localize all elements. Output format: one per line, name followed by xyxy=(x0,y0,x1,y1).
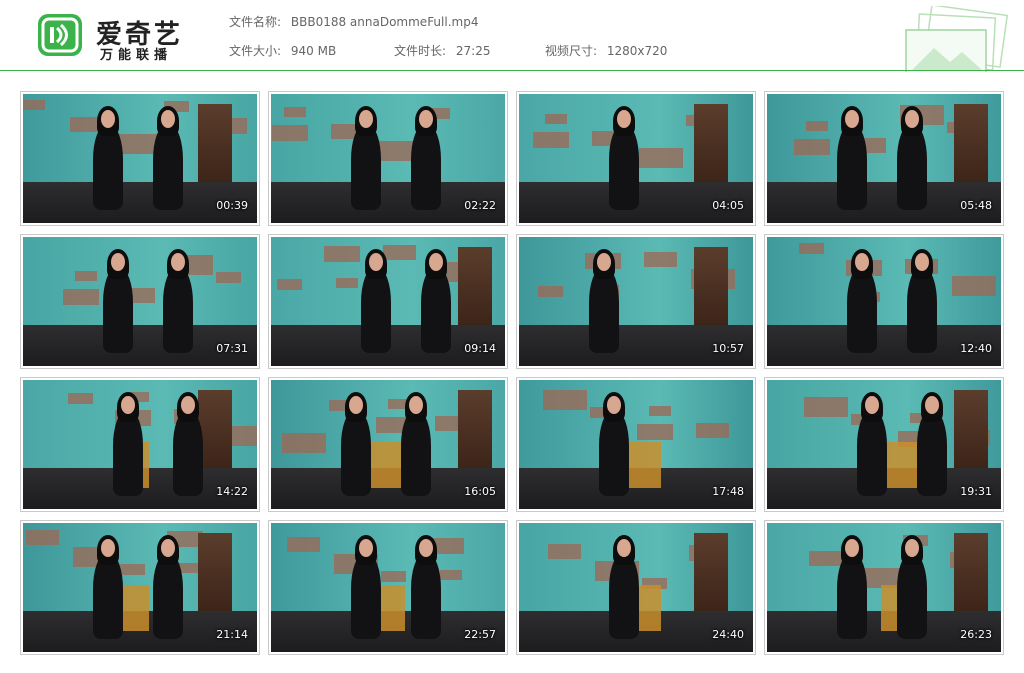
video-thumbnail[interactable]: 21:14 xyxy=(20,520,260,655)
header: 爱奇艺 万能联播 文件名称: BBB0188 annaDommeFull.mp4… xyxy=(0,0,1024,72)
thumbnail-timestamp: 16:05 xyxy=(464,485,496,498)
thumbnail-image: 07:31 xyxy=(23,237,257,366)
thumbnail-image: 24:40 xyxy=(519,523,753,652)
video-thumbnail[interactable]: 12:40 xyxy=(764,234,1004,369)
iqiyi-logo-icon xyxy=(38,14,82,56)
thumbnail-timestamp: 07:31 xyxy=(216,342,248,355)
thumbnail-image: 02:22 xyxy=(271,94,505,223)
video-thumbnail[interactable]: 04:05 xyxy=(516,91,756,226)
video-thumbnail[interactable]: 26:23 xyxy=(764,520,1004,655)
video-thumbnail[interactable]: 22:57 xyxy=(268,520,508,655)
resolution-label: 视频尺寸: xyxy=(545,44,598,58)
duration-row: 文件时长: 27:25 xyxy=(394,42,490,59)
thumbnail-timestamp: 14:22 xyxy=(216,485,248,498)
thumbnail-image: 10:57 xyxy=(519,237,753,366)
video-thumbnail[interactable]: 19:31 xyxy=(764,377,1004,512)
file-size-label: 文件大小: xyxy=(229,44,282,58)
thumbnail-image: 21:14 xyxy=(23,523,257,652)
thumbnail-image: 19:31 xyxy=(767,380,1001,509)
thumbnail-timestamp: 10:57 xyxy=(712,342,744,355)
thumbnail-timestamp: 02:22 xyxy=(464,199,496,212)
thumbnail-image: 00:39 xyxy=(23,94,257,223)
thumbnail-timestamp: 26:23 xyxy=(960,628,992,641)
file-size-row: 文件大小: 940 MB xyxy=(229,42,336,59)
thumbnail-image: 16:05 xyxy=(271,380,505,509)
thumbnail-image: 09:14 xyxy=(271,237,505,366)
file-size-value: 940 MB xyxy=(290,44,337,58)
header-divider xyxy=(0,70,1024,71)
picture-stack-icon xyxy=(905,6,1009,72)
video-thumbnail[interactable]: 07:31 xyxy=(20,234,260,369)
thumbnail-timestamp: 04:05 xyxy=(712,199,744,212)
video-thumbnail[interactable]: 00:39 xyxy=(20,91,260,226)
thumbnail-timestamp: 00:39 xyxy=(216,199,248,212)
thumbnail-image: 14:22 xyxy=(23,380,257,509)
file-name-value: BBB0188 annaDommeFull.mp4 xyxy=(290,15,479,29)
resolution-value: 1280x720 xyxy=(606,44,668,58)
video-thumbnail[interactable]: 02:22 xyxy=(268,91,508,226)
thumbnail-timestamp: 22:57 xyxy=(464,628,496,641)
file-name-row: 文件名称: BBB0188 annaDommeFull.mp4 xyxy=(229,13,478,30)
duration-label: 文件时长: xyxy=(394,44,447,58)
video-thumbnail[interactable]: 14:22 xyxy=(20,377,260,512)
thumbnail-image: 26:23 xyxy=(767,523,1001,652)
thumbnail-timestamp: 17:48 xyxy=(712,485,744,498)
thumbnail-image: 04:05 xyxy=(519,94,753,223)
thumbnail-timestamp: 19:31 xyxy=(960,485,992,498)
thumbnail-timestamp: 05:48 xyxy=(960,199,992,212)
thumbnail-grid: 00:39 02:22 04:05 05:48 07:31 09:14 10:57 12:40… xyxy=(20,91,1004,655)
brand-subtitle: 万能联播 xyxy=(100,48,173,63)
video-thumbnail[interactable]: 17:48 xyxy=(516,377,756,512)
resolution-row: 视频尺寸: 1280x720 xyxy=(545,42,667,59)
video-thumbnail[interactable]: 16:05 xyxy=(268,377,508,512)
thumbnail-image: 12:40 xyxy=(767,237,1001,366)
thumbnail-timestamp: 24:40 xyxy=(712,628,744,641)
video-thumbnail[interactable]: 10:57 xyxy=(516,234,756,369)
duration-value: 27:25 xyxy=(455,44,491,58)
thumbnail-image: 22:57 xyxy=(271,523,505,652)
video-thumbnail[interactable]: 05:48 xyxy=(764,91,1004,226)
thumbnail-image: 05:48 xyxy=(767,94,1001,223)
video-thumbnail[interactable]: 09:14 xyxy=(268,234,508,369)
thumbnail-timestamp: 12:40 xyxy=(960,342,992,355)
thumbnail-image: 17:48 xyxy=(519,380,753,509)
thumbnail-timestamp: 09:14 xyxy=(464,342,496,355)
thumbnail-timestamp: 21:14 xyxy=(216,628,248,641)
file-name-label: 文件名称: xyxy=(229,15,282,29)
video-thumbnail[interactable]: 24:40 xyxy=(516,520,756,655)
